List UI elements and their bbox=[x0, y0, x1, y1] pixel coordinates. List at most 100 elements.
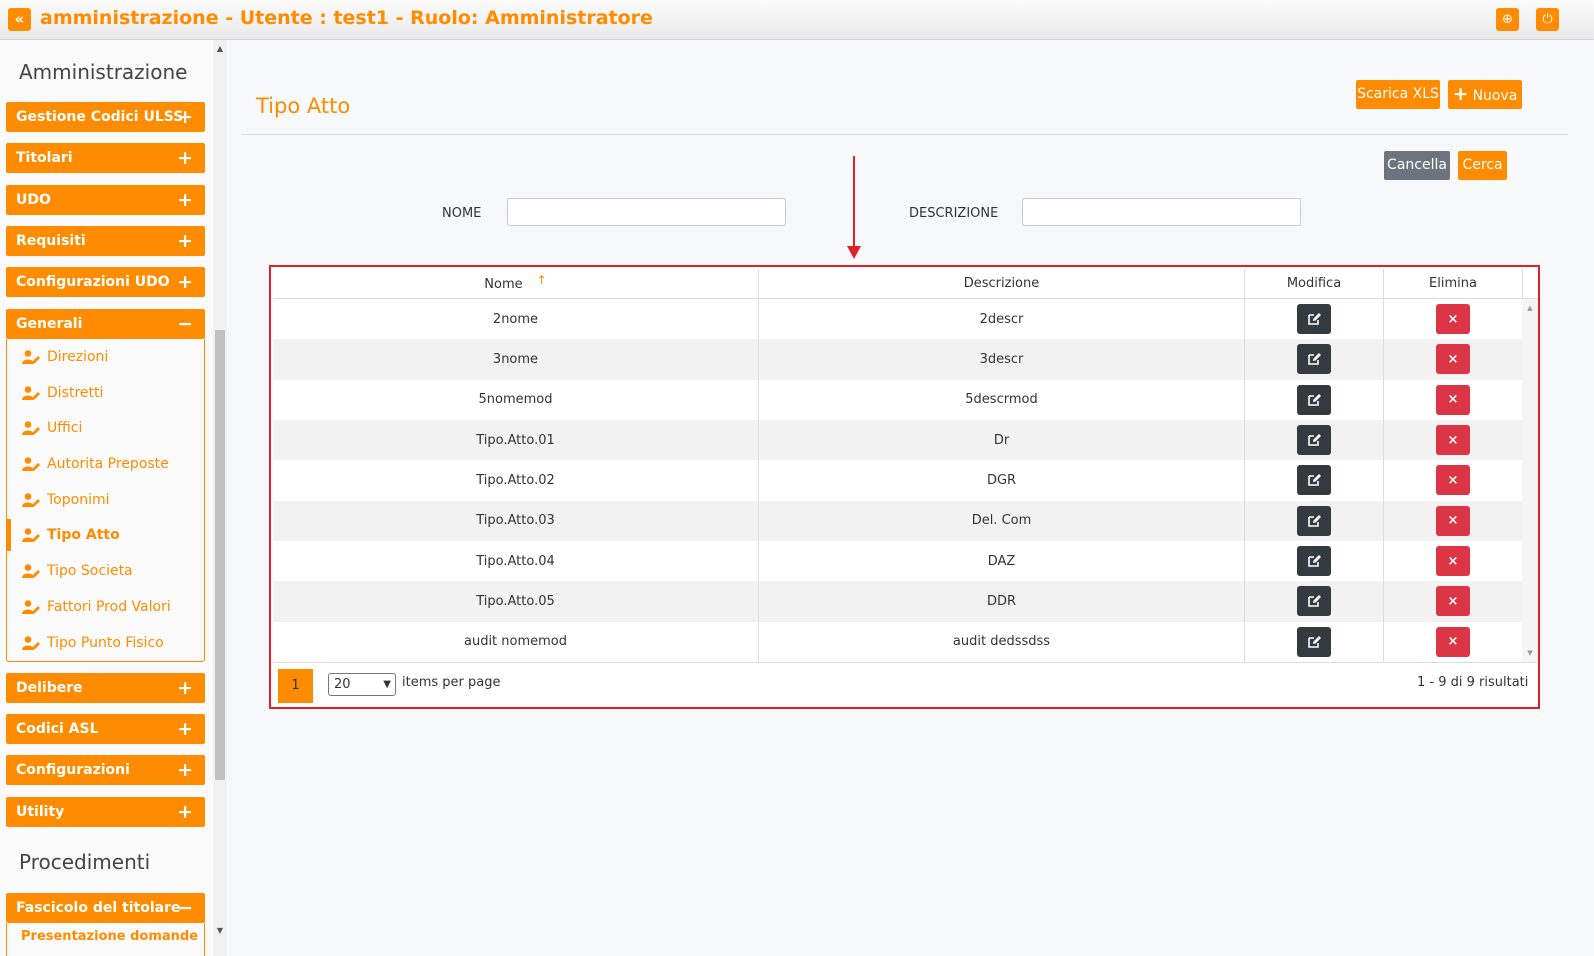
sidebar-item-toponimi[interactable]: Toponimi bbox=[7, 484, 204, 516]
edit-button[interactable] bbox=[1297, 304, 1331, 335]
edit-icon bbox=[1307, 393, 1321, 406]
edit-button[interactable] bbox=[1297, 586, 1331, 617]
column-header-modifica: Modifica bbox=[1245, 269, 1384, 299]
sidebar-item-uffici[interactable]: Uffici bbox=[7, 412, 204, 444]
close-icon: × bbox=[1447, 392, 1459, 408]
delete-button[interactable]: × bbox=[1436, 304, 1470, 335]
sidebar-item-direzioni[interactable]: Direzioni bbox=[7, 341, 204, 373]
sidebar-item-tipo-atto[interactable]: Tipo Atto bbox=[7, 519, 204, 551]
sidebar-item-label: Tipo Societa bbox=[47, 563, 133, 579]
cell-nome: Tipo.Atto.02 bbox=[273, 460, 759, 501]
cell-modifica bbox=[1245, 420, 1384, 461]
sidebar-item-autorita-preposte[interactable]: Autorita Preposte bbox=[7, 448, 204, 480]
filter-descrizione-label: DESCRIZIONE bbox=[909, 206, 999, 221]
plus-icon: + bbox=[177, 677, 193, 699]
delete-button[interactable]: × bbox=[1436, 626, 1470, 657]
cell-elimina: × bbox=[1384, 339, 1522, 379]
page-size-select[interactable]: 20 ▼ bbox=[328, 673, 396, 696]
table-row: Tipo.Atto.01 Dr × bbox=[273, 420, 1522, 461]
cell-modifica bbox=[1245, 581, 1384, 622]
cell-modifica bbox=[1245, 460, 1384, 501]
delete-button[interactable]: × bbox=[1436, 384, 1470, 415]
sidebar-item-presentazione-domande[interactable]: Presentazione domande bbox=[21, 929, 198, 944]
scrollbar-thumb[interactable] bbox=[215, 330, 225, 780]
user-edit-icon bbox=[22, 350, 40, 364]
grid-scrollbar[interactable]: ▲ ▼ bbox=[1522, 299, 1538, 662]
scroll-up-arrow-icon[interactable]: ▲ bbox=[213, 42, 227, 56]
sidebar-scrollbar[interactable]: ▲ ▼ bbox=[213, 40, 227, 956]
clear-button[interactable]: Cancella bbox=[1384, 151, 1450, 180]
scroll-up-arrow-icon[interactable]: ▲ bbox=[1522, 301, 1538, 315]
sidebar-group-label: Generali bbox=[16, 316, 83, 332]
sidebar-group-codici-asl[interactable]: Codici ASL + bbox=[6, 714, 205, 744]
sidebar-item-label: Toponimi bbox=[47, 492, 110, 508]
plus-icon: + bbox=[177, 759, 193, 781]
sidebar-group-configurazioni[interactable]: Configurazioni + bbox=[6, 755, 205, 785]
filter-descrizione-input[interactable] bbox=[1022, 198, 1301, 226]
plus-icon: + bbox=[177, 189, 193, 211]
cell-elimina: × bbox=[1384, 581, 1522, 621]
sidebar-item-fattori-prod-valori[interactable]: Fattori Prod Valori bbox=[7, 591, 204, 623]
delete-button[interactable]: × bbox=[1436, 505, 1470, 536]
edit-button[interactable] bbox=[1297, 626, 1331, 657]
sidebar-group-generali[interactable]: Generali − bbox=[6, 309, 205, 339]
minus-icon: − bbox=[177, 897, 193, 919]
minus-icon: − bbox=[177, 313, 193, 335]
page-title: Tipo Atto bbox=[256, 94, 351, 118]
power-icon: ⏻ bbox=[1542, 12, 1553, 27]
sidebar-group-configurazioni-udo[interactable]: Configurazioni UDO + bbox=[6, 267, 205, 297]
delete-button[interactable]: × bbox=[1436, 344, 1470, 375]
logout-button[interactable]: ⏻ bbox=[1536, 8, 1559, 31]
sidebar-group-delibere[interactable]: Delibere + bbox=[6, 673, 205, 703]
delete-button[interactable]: × bbox=[1436, 465, 1470, 496]
table-row: audit nomemod audit dedssdss × bbox=[273, 621, 1522, 662]
scroll-down-arrow-icon[interactable]: ▼ bbox=[213, 924, 227, 938]
edit-button[interactable] bbox=[1297, 546, 1331, 577]
edit-button[interactable] bbox=[1297, 384, 1331, 415]
edit-button[interactable] bbox=[1297, 465, 1331, 496]
sort-ascending-icon: ↑ bbox=[536, 273, 547, 287]
sidebar-group-fascicolo-del-titolare[interactable]: Fascicolo del titolare − bbox=[6, 893, 205, 923]
scroll-down-arrow-icon[interactable]: ▼ bbox=[1522, 646, 1538, 660]
sidebar-group-label: Titolari bbox=[16, 150, 73, 166]
plus-icon: + bbox=[177, 106, 193, 128]
sidebar-group-gestione-codici-ulss[interactable]: Gestione Codici ULSS + bbox=[6, 102, 205, 132]
sidebar-group-titolari[interactable]: Titolari + bbox=[6, 143, 205, 173]
cell-modifica bbox=[1245, 541, 1384, 582]
collapse-menu-button[interactable]: « bbox=[8, 8, 31, 31]
sidebar-item-label: Autorita Preposte bbox=[47, 456, 169, 472]
delete-button[interactable]: × bbox=[1436, 546, 1470, 577]
sidebar-group-utility[interactable]: Utility + bbox=[6, 797, 205, 827]
sidebar-group-label: Utility bbox=[16, 804, 65, 820]
delete-button[interactable]: × bbox=[1436, 586, 1470, 617]
search-button[interactable]: Cerca bbox=[1458, 151, 1507, 180]
user-edit-icon bbox=[22, 636, 40, 650]
filter-nome-input[interactable] bbox=[507, 198, 786, 226]
cell-modifica bbox=[1245, 339, 1384, 380]
export-xls-button[interactable]: Scarica XLS bbox=[1356, 80, 1440, 109]
edit-button[interactable] bbox=[1297, 344, 1331, 375]
globe-icon: ⊕ bbox=[1502, 12, 1513, 27]
chevron-down-icon: ▼ bbox=[383, 679, 391, 690]
page-button-current[interactable]: 1 bbox=[278, 669, 313, 703]
edit-button[interactable] bbox=[1297, 425, 1331, 456]
column-header-nome[interactable]: Nome ↑ bbox=[273, 269, 759, 299]
cell-elimina: × bbox=[1384, 460, 1522, 500]
sidebar-item-distretti[interactable]: Distretti bbox=[7, 377, 204, 409]
table-row: Tipo.Atto.03 Del. Com × bbox=[273, 500, 1522, 541]
language-button[interactable]: ⊕ bbox=[1496, 8, 1519, 31]
sidebar-item-tipo-societa[interactable]: Tipo Societa bbox=[7, 555, 204, 587]
sidebar-heading-administration: Amministrazione bbox=[19, 60, 188, 84]
edit-button[interactable] bbox=[1297, 505, 1331, 536]
user-edit-icon bbox=[22, 386, 40, 400]
delete-button[interactable]: × bbox=[1436, 425, 1470, 456]
sidebar-item-tipo-punto-fisico[interactable]: Tipo Punto Fisico bbox=[7, 627, 204, 659]
cell-elimina: × bbox=[1384, 420, 1522, 460]
sidebar-group-label: Gestione Codici ULSS bbox=[16, 109, 184, 125]
column-header-descrizione[interactable]: Descrizione bbox=[759, 269, 1245, 299]
table-row: 5nomemod 5descrmod × bbox=[273, 379, 1522, 420]
new-button[interactable]: + Nuova bbox=[1448, 80, 1522, 109]
sidebar-group-udo[interactable]: UDO + bbox=[6, 185, 205, 215]
close-icon: × bbox=[1447, 513, 1459, 529]
sidebar-group-requisiti[interactable]: Requisiti + bbox=[6, 226, 205, 256]
